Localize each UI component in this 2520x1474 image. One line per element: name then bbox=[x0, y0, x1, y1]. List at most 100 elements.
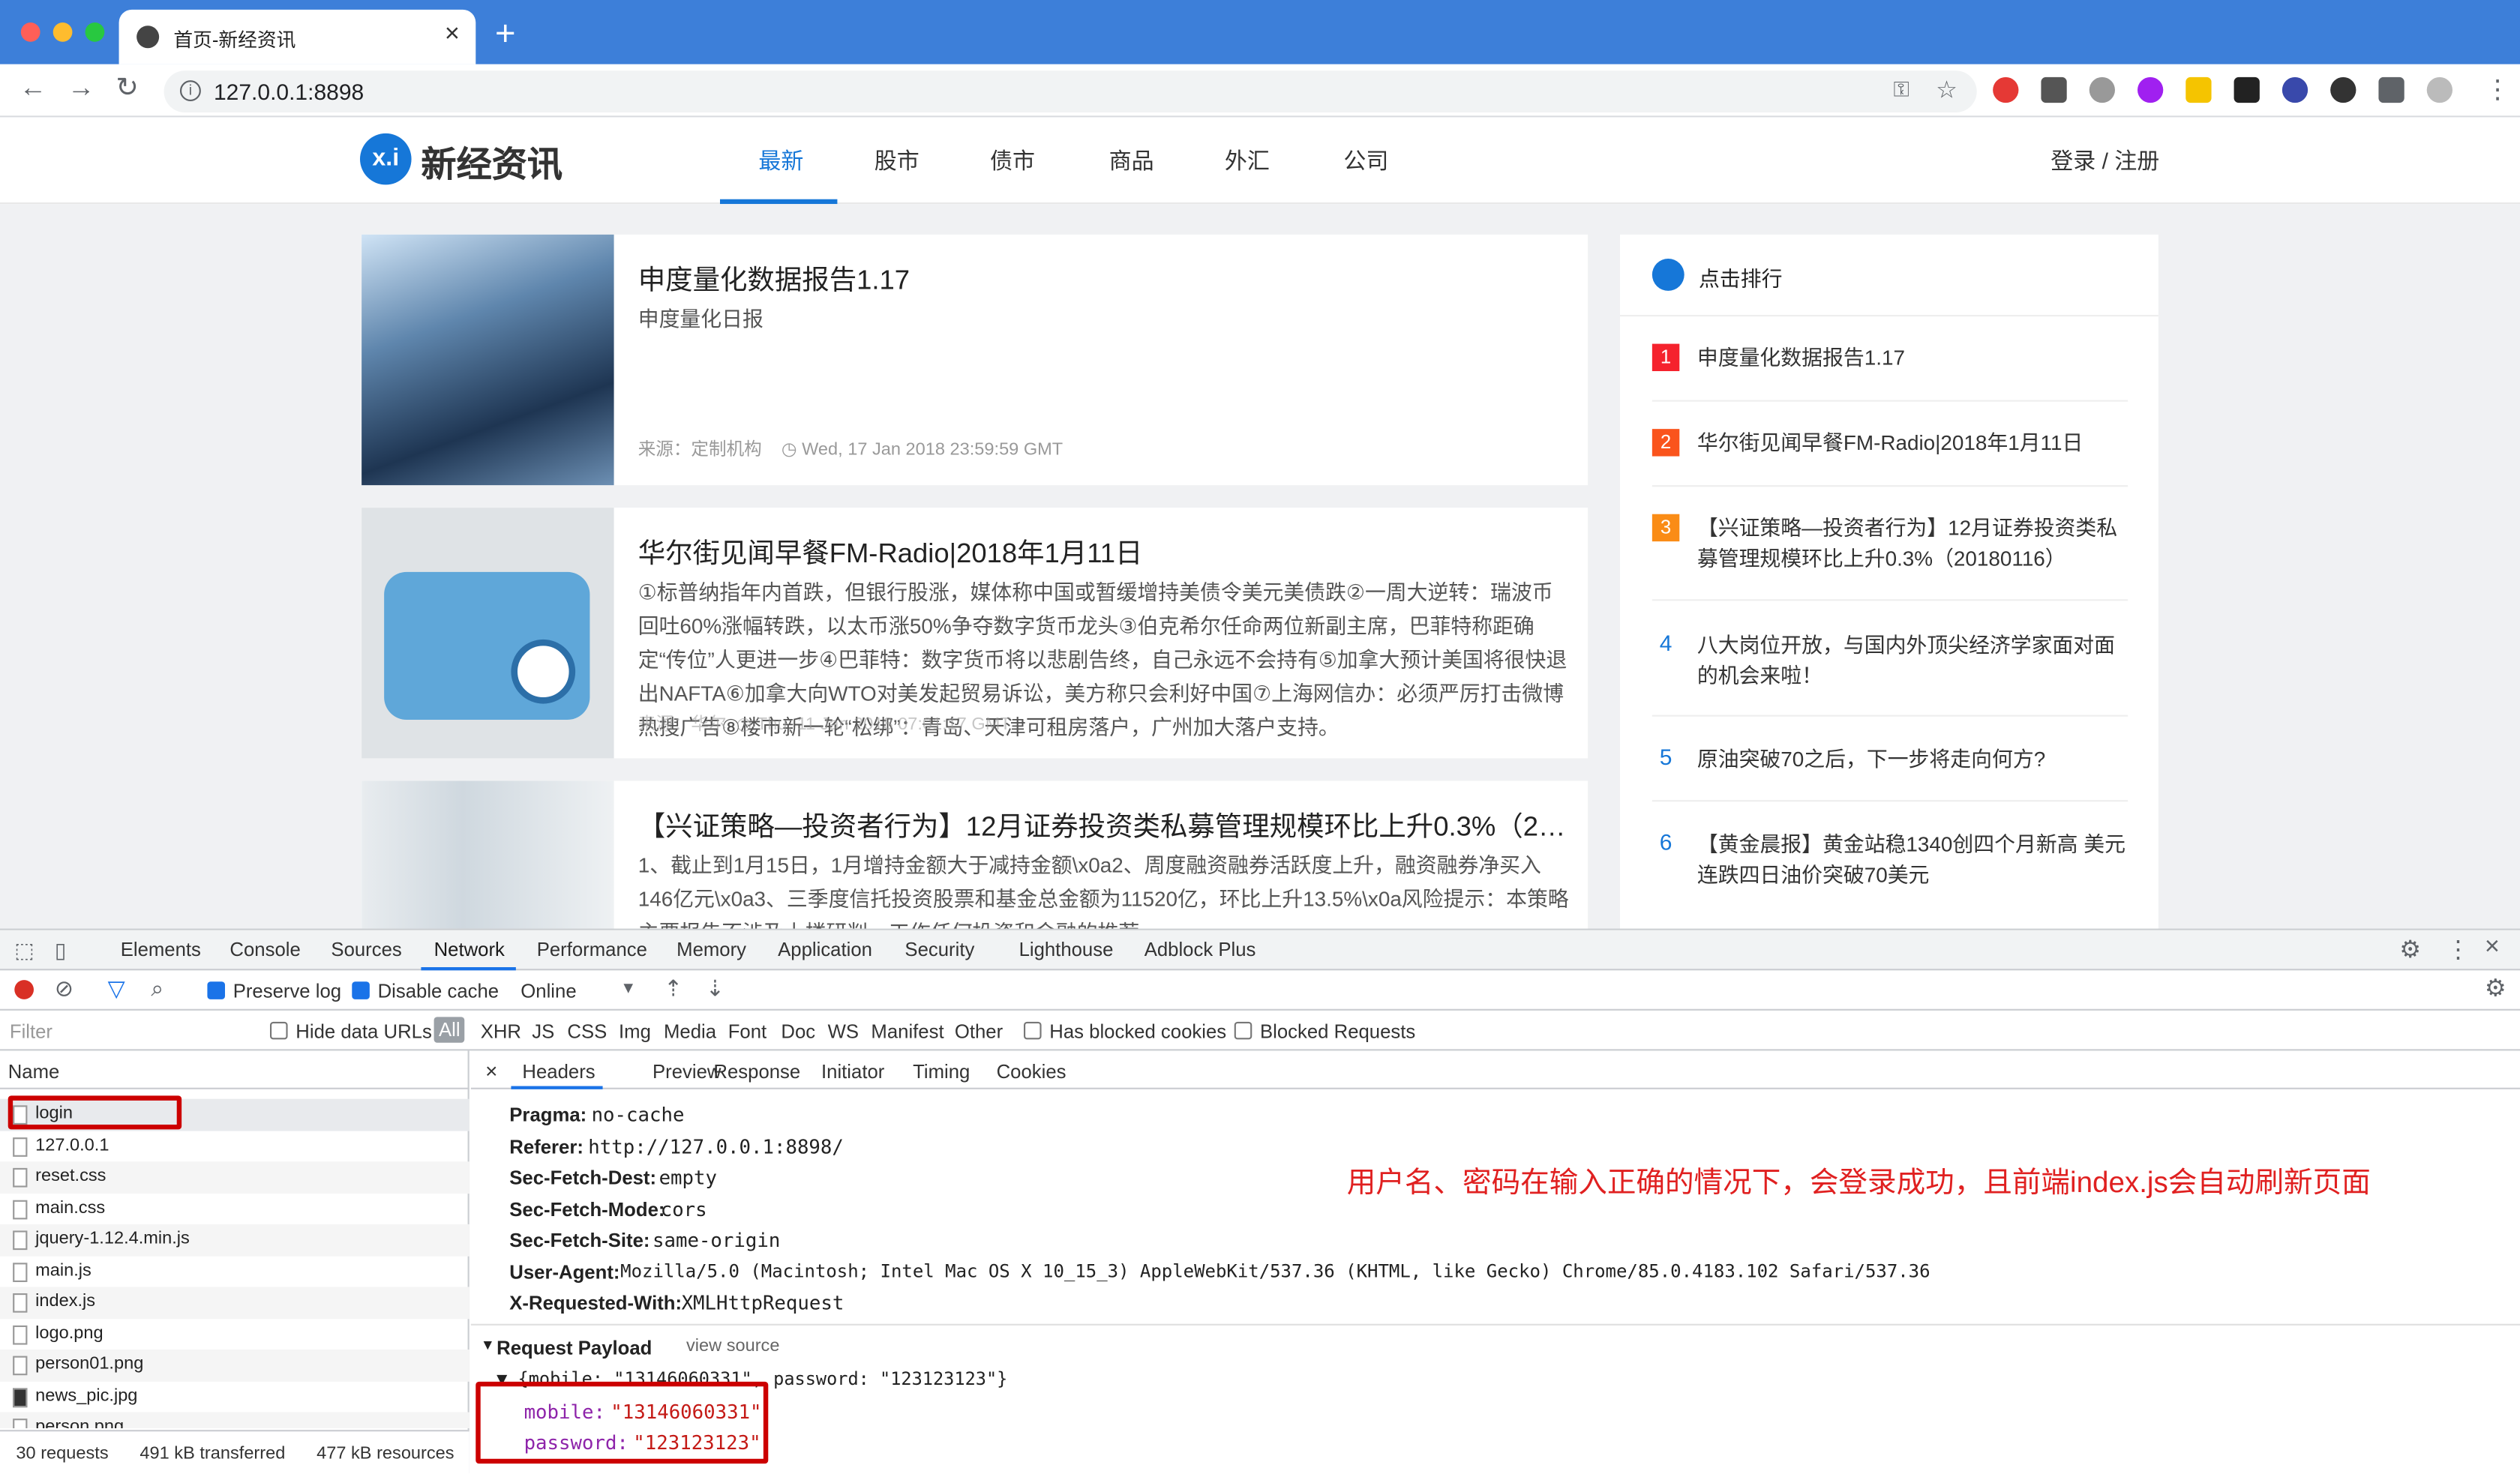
settings-gear-icon[interactable]: ⚙ bbox=[2399, 935, 2421, 963]
rank-text[interactable]: 华尔街见闻早餐FM-Radio|2018年1月11日 bbox=[1697, 427, 2128, 458]
menu-item-forex[interactable]: 外汇 bbox=[1225, 145, 1270, 177]
tab-elements[interactable]: Elements bbox=[121, 938, 201, 960]
login-register-link[interactable]: 登录 / 注册 bbox=[2050, 145, 2159, 177]
menu-item-company[interactable]: 公司 bbox=[1343, 145, 1388, 177]
tab-preview[interactable]: Preview bbox=[652, 1060, 721, 1083]
name-column-header[interactable]: Name bbox=[8, 1060, 60, 1083]
address-bar[interactable]: i 127.0.0.1:8898 ⚿ ☆ bbox=[164, 70, 1977, 112]
globe-ext-icon[interactable] bbox=[2089, 76, 2115, 103]
tab-lighthouse[interactable]: Lighthouse bbox=[1019, 938, 1114, 960]
payload-title[interactable]: Request Payload bbox=[496, 1337, 652, 1359]
request-row[interactable]: main.js bbox=[0, 1257, 470, 1289]
logo-text[interactable]: 新经资讯 bbox=[421, 136, 562, 188]
menu-item-stocks[interactable]: 股市 bbox=[874, 145, 920, 177]
logo-icon[interactable]: x.i bbox=[360, 133, 412, 185]
type-img[interactable]: Img bbox=[619, 1020, 651, 1043]
reload-icon[interactable]: ↻ bbox=[116, 72, 139, 104]
request-row[interactable]: logo.png bbox=[0, 1319, 470, 1351]
request-row[interactable]: main.css bbox=[0, 1194, 470, 1226]
type-all[interactable]: All bbox=[434, 1017, 466, 1043]
rank-item[interactable]: 3 【兴证策略—投资者行为】12月证券投资类私募管理规模环比上升0.3%（2018… bbox=[1652, 485, 2128, 571]
filter-input[interactable]: Filter bbox=[10, 1020, 52, 1043]
network-settings-icon[interactable]: ⚙ bbox=[2485, 974, 2506, 1002]
forward-icon[interactable]: → bbox=[68, 72, 94, 104]
more-options-icon[interactable]: ⋮ bbox=[2446, 935, 2470, 963]
tab-initiator[interactable]: Initiator bbox=[821, 1060, 884, 1083]
type-other[interactable]: Other bbox=[955, 1020, 1003, 1043]
chevron-down-icon[interactable]: ▼ bbox=[620, 980, 636, 998]
rank-text[interactable]: 【黄金晨报】黄金站稳1340创四个月新高 美元连跌四日油价突破70美元 bbox=[1697, 829, 2128, 890]
news-thumbnail[interactable] bbox=[362, 508, 614, 759]
collapse-triangle-icon[interactable]: ▼ bbox=[481, 1337, 495, 1353]
extension-purple-icon[interactable] bbox=[2138, 76, 2164, 103]
request-row[interactable]: news_pic.jpg bbox=[0, 1382, 470, 1414]
record-icon[interactable] bbox=[14, 980, 34, 999]
blocked-requests-checkbox[interactable] bbox=[1234, 1021, 1252, 1040]
news-title[interactable]: 申度量化数据报告1.17 bbox=[638, 257, 1570, 298]
type-js[interactable]: JS bbox=[532, 1020, 554, 1043]
tab-adblock-plus[interactable]: Adblock Plus bbox=[1144, 938, 1256, 960]
menu-item-commodities[interactable]: 商品 bbox=[1109, 145, 1154, 177]
news-card[interactable]: 华尔街见闻早餐FM-Radio|2018年1月11日 ①标普纳指年内首跌，但银行… bbox=[362, 508, 1588, 759]
request-row[interactable]: reset.css bbox=[0, 1161, 470, 1194]
news-thumbnail[interactable] bbox=[362, 234, 614, 486]
close-devtools-icon[interactable]: × bbox=[2485, 933, 2500, 963]
tab-response[interactable]: Response bbox=[713, 1060, 800, 1083]
request-row[interactable]: index.js bbox=[0, 1287, 470, 1320]
tab-sources[interactable]: Sources bbox=[331, 938, 401, 960]
close-tab-icon[interactable]: × bbox=[445, 21, 460, 50]
extension-x-icon[interactable] bbox=[2234, 76, 2260, 103]
preserve-log-checkbox[interactable] bbox=[207, 981, 225, 999]
tab-network[interactable]: Network bbox=[434, 938, 505, 960]
type-doc[interactable]: Doc bbox=[781, 1020, 815, 1043]
extension-lightning-icon[interactable] bbox=[2186, 76, 2212, 103]
profile-avatar[interactable] bbox=[2426, 76, 2452, 103]
view-source-link[interactable]: view source bbox=[686, 1337, 779, 1356]
news-title[interactable]: 【兴证策略—投资者行为】12月证券投资类私募管理规模环比上升0.3%（20180… bbox=[638, 803, 1570, 843]
tab-timing[interactable]: Timing bbox=[913, 1060, 970, 1083]
type-font[interactable]: Font bbox=[728, 1020, 766, 1043]
news-card[interactable]: 申度量化数据报告1.17 申度量化日报 来源：定制机构 ◷ Wed, 17 Ja… bbox=[362, 234, 1588, 486]
filter-icon[interactable]: ▽ bbox=[108, 975, 125, 1002]
type-ws[interactable]: WS bbox=[828, 1020, 859, 1043]
close-window-dot[interactable] bbox=[20, 22, 40, 42]
news-thumbnail[interactable] bbox=[362, 780, 614, 929]
key-icon[interactable]: ⚿ bbox=[1893, 77, 1909, 103]
request-row[interactable]: person01.png bbox=[0, 1350, 470, 1382]
back-icon[interactable]: ← bbox=[20, 72, 46, 104]
maximize-window-dot[interactable] bbox=[85, 22, 105, 42]
clear-icon[interactable]: ⊘ bbox=[55, 975, 74, 1002]
request-row[interactable]: jquery-1.12.4.min.js bbox=[0, 1224, 470, 1257]
rank-item[interactable]: 5 原油突破70之后，下一步将走向何方? bbox=[1652, 715, 2128, 771]
minimize-window-dot[interactable] bbox=[52, 22, 73, 42]
search-icon[interactable]: ⌕ bbox=[151, 975, 164, 1002]
type-xhr[interactable]: XHR bbox=[481, 1020, 521, 1043]
rank-item[interactable]: 4 八大岗位开放，与国内外顶尖经济学家面对面的机会来啦！ bbox=[1652, 599, 2128, 688]
tab-security[interactable]: Security bbox=[904, 938, 974, 960]
request-row[interactable]: 127.0.0.1 bbox=[0, 1131, 470, 1164]
extension-c-icon[interactable] bbox=[2330, 76, 2356, 103]
extension-blue-icon[interactable] bbox=[2282, 76, 2308, 103]
new-tab-icon[interactable]: + bbox=[495, 13, 516, 55]
import-har-icon[interactable]: ⇡ bbox=[664, 975, 682, 1002]
tab-console[interactable]: Console bbox=[230, 938, 300, 960]
adblock-icon[interactable] bbox=[1993, 76, 2019, 103]
browser-tab[interactable]: 首页-新经资讯 × bbox=[118, 9, 476, 64]
rank-text[interactable]: 申度量化数据报告1.17 bbox=[1697, 342, 2128, 373]
tab-application[interactable]: Application bbox=[778, 938, 872, 960]
type-css[interactable]: CSS bbox=[567, 1020, 607, 1043]
type-media[interactable]: Media bbox=[664, 1020, 716, 1043]
rank-item[interactable]: 6 【黄金晨报】黄金站稳1340创四个月新高 美元连跌四日油价突破70美元 bbox=[1652, 800, 2128, 887]
tab-headers[interactable]: Headers bbox=[522, 1060, 595, 1083]
news-title[interactable]: 华尔街见闻早餐FM-Radio|2018年1月11日 bbox=[638, 530, 1570, 571]
export-har-icon[interactable]: ⇣ bbox=[706, 975, 724, 1002]
throttle-select[interactable]: Online bbox=[520, 980, 576, 1002]
blocked-cookies-checkbox[interactable] bbox=[1024, 1021, 1042, 1040]
star-icon[interactable]: ☆ bbox=[1936, 76, 1958, 104]
hide-data-urls-checkbox[interactable] bbox=[270, 1021, 288, 1040]
qr-code-icon[interactable] bbox=[2041, 76, 2067, 103]
tab-cookies[interactable]: Cookies bbox=[997, 1060, 1066, 1083]
type-manifest[interactable]: Manifest bbox=[871, 1020, 944, 1043]
rank-text[interactable]: 原油突破70之后，下一步将走向何方? bbox=[1697, 744, 2128, 774]
rank-item[interactable]: 2 华尔街见闻早餐FM-Radio|2018年1月11日 bbox=[1652, 400, 2128, 457]
